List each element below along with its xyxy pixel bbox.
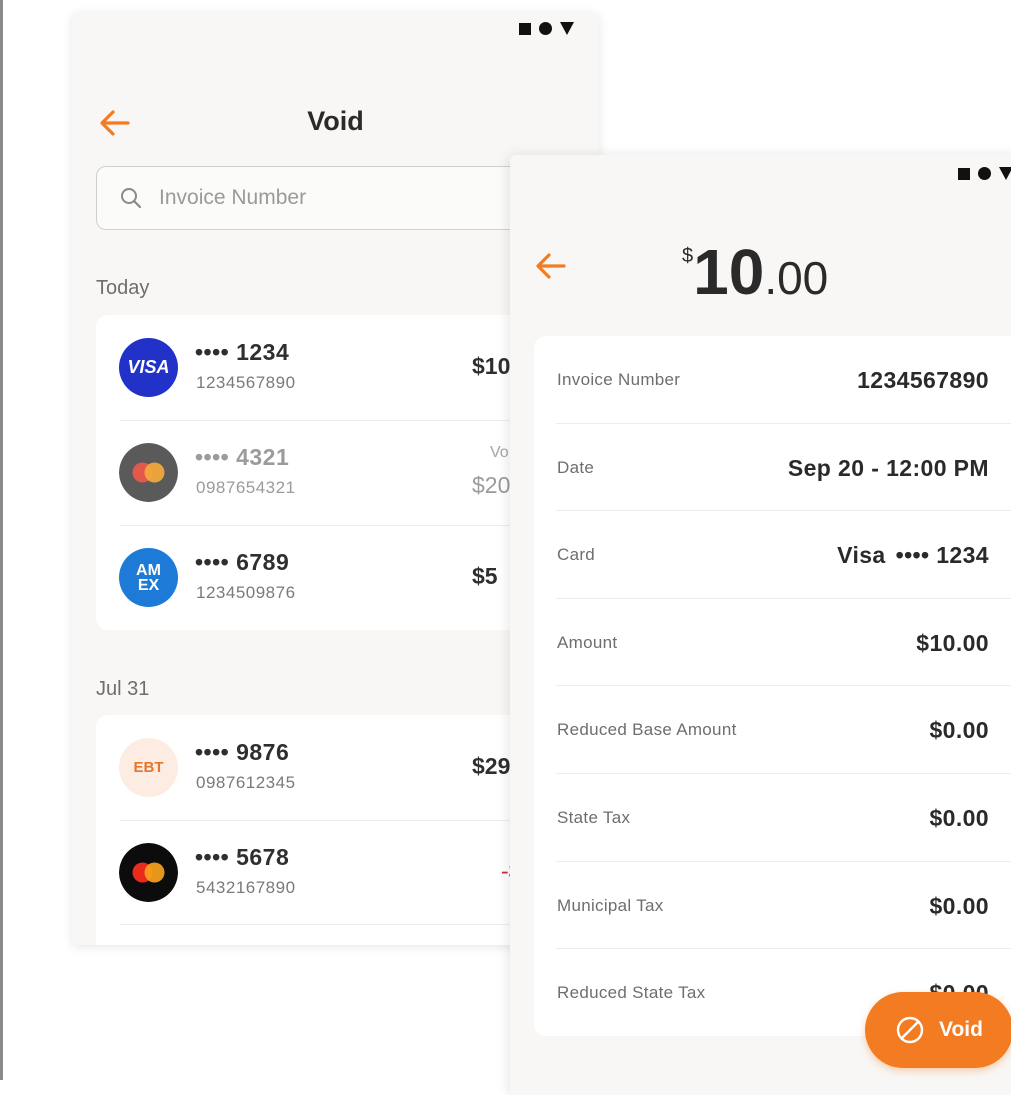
invoice-number: 5432167890 xyxy=(196,878,296,897)
transaction-amount: $29 xyxy=(472,753,511,779)
card-number: •••• 6789 xyxy=(195,549,290,575)
transaction-group-jul-31: EBT •••• 9876 0987612345 $29 •••• 5678 5… xyxy=(96,715,576,945)
card-brand: Visa xyxy=(837,542,886,569)
invoice-number: 0987612345 xyxy=(196,773,296,792)
square-status-icon xyxy=(958,167,970,180)
card-number: •••• 1234 xyxy=(195,339,290,365)
back-arrow-icon[interactable] xyxy=(534,249,568,283)
detail-row-state-tax: State Tax $0.00 xyxy=(534,774,1011,862)
visa-icon: VISA xyxy=(119,338,178,397)
transaction-amount: $5 xyxy=(472,563,498,589)
ebt-icon: EBT xyxy=(119,738,178,797)
detail-row-card: Card Visa •••• 1234 xyxy=(534,511,1011,599)
detail-value: $0.00 xyxy=(929,804,989,831)
detail-value: Visa •••• 1234 xyxy=(837,542,989,569)
amount-cents: .00 xyxy=(764,252,829,304)
transaction-details-card: Invoice Number 1234567890 Date Sep 20 - … xyxy=(534,336,1011,1036)
void-detail-screen: $10.00 Invoice Number 1234567890 Date Se… xyxy=(510,155,1011,1095)
status-bar xyxy=(519,22,574,35)
search-icon xyxy=(121,188,142,209)
detail-label: State Tax xyxy=(557,807,631,827)
detail-label: Amount xyxy=(557,632,618,652)
transaction-row[interactable]: •••• 5678 5432167890 -$5 xyxy=(96,820,576,925)
invoice-number: 1234567890 xyxy=(196,373,296,392)
transaction-amount: $20 xyxy=(472,472,511,498)
card-number: •••• 1234 xyxy=(895,542,989,569)
amex-icon: AM EX xyxy=(119,548,178,607)
page-title: Void xyxy=(307,106,364,136)
search-box[interactable] xyxy=(96,166,578,230)
status-bar xyxy=(958,167,1011,180)
invoice-number: 0987654321 xyxy=(196,478,296,497)
detail-row-municipal-tax: Municipal Tax $0.00 xyxy=(534,862,1011,950)
square-status-icon xyxy=(519,22,531,35)
circle-status-icon xyxy=(539,22,552,35)
mastercard-icon xyxy=(119,843,178,902)
section-label-jul-31: Jul 31 xyxy=(96,678,150,700)
amount-whole: 10 xyxy=(693,236,765,308)
card-number: •••• 4321 xyxy=(195,444,290,470)
triangle-status-icon xyxy=(560,22,574,35)
transaction-row[interactable]: •••• 4321 0987654321 Vo $20 xyxy=(96,420,576,525)
detail-label: Reduced Base Amount xyxy=(557,720,737,740)
detail-value: $10.00 xyxy=(916,629,989,656)
detail-row-reduced-base-amount: Reduced Base Amount $0.00 xyxy=(534,686,1011,774)
detail-value: Sep 20 - 12:00 PM xyxy=(787,454,989,481)
void-button-label: Void xyxy=(939,1018,983,1041)
transaction-amount: $10 xyxy=(472,353,511,379)
detail-label: Date xyxy=(557,457,595,477)
detail-value: $0.00 xyxy=(929,717,989,744)
prohibited-icon xyxy=(896,1016,924,1044)
detail-label: Reduced State Tax xyxy=(557,983,706,1003)
detail-label: Municipal Tax xyxy=(557,895,664,915)
void-button[interactable]: Void xyxy=(865,992,1011,1068)
card-number: •••• 5678 xyxy=(195,844,290,870)
invoice-number: 1234509876 xyxy=(196,583,296,602)
detail-label: Card xyxy=(557,545,596,565)
transaction-group-today: VISA •••• 1234 1234567890 $10 •••• 4321 … xyxy=(96,315,576,630)
detail-row-amount: Amount $10.00 xyxy=(534,599,1011,687)
transaction-row[interactable]: VISA •••• 1234 1234567890 $10 xyxy=(96,315,576,420)
card-number: •••• 9876 xyxy=(195,739,290,765)
amount-currency: $ xyxy=(682,245,694,267)
section-label-today: Today xyxy=(96,277,150,299)
detail-value: 1234567890 xyxy=(857,367,989,393)
detail-value: $0.00 xyxy=(929,892,989,919)
amount-header: $10.00 xyxy=(682,235,828,309)
window-edge xyxy=(0,0,3,1080)
mastercard-icon xyxy=(119,443,178,502)
detail-label: Invoice Number xyxy=(557,370,681,389)
detail-row-invoice-number: Invoice Number 1234567890 xyxy=(534,336,1011,424)
detail-row-date: Date Sep 20 - 12:00 PM xyxy=(534,424,1011,512)
triangle-status-icon xyxy=(999,167,1011,180)
transaction-row[interactable]: AM EX •••• 6789 1234509876 $5 xyxy=(96,525,576,630)
circle-status-icon xyxy=(978,167,991,180)
transaction-row[interactable]: EBT •••• 9876 0987612345 $29 xyxy=(96,715,576,820)
search-input[interactable] xyxy=(159,167,539,229)
void-status-badge: Vo xyxy=(490,444,509,461)
